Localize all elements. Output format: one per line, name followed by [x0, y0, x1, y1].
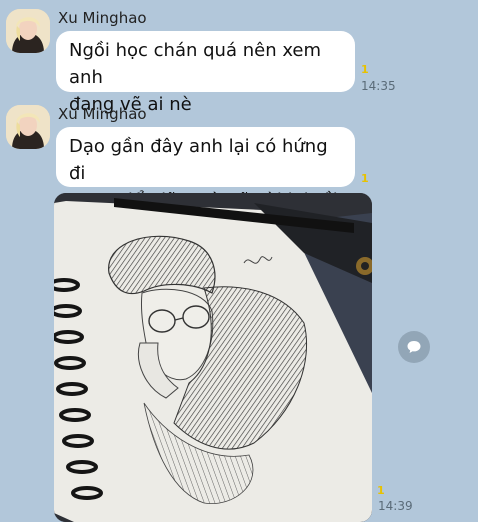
share-bubble-icon — [407, 341, 421, 353]
message-text-line: Dạo gần đây anh lại có hứng đi — [69, 136, 328, 184]
avatar-icon — [6, 9, 50, 53]
pencil-sketch-photo — [54, 193, 372, 522]
unread-count: 1 — [377, 484, 385, 497]
avatar[interactable] — [6, 9, 50, 53]
avatar-icon — [6, 105, 50, 149]
sender-name: Xu Minghao — [58, 9, 147, 27]
message-text-line: Ngồi học chán quá nên xem anh — [69, 40, 322, 88]
message-bubble[interactable]: Ngồi học chán quá nên xem anh đang vẽ ai… — [56, 31, 355, 115]
timestamp: 14:39 — [378, 499, 413, 513]
unread-count: 1 — [361, 172, 369, 185]
message-bubble[interactable]: Dạo gần đây anh lại có hứng đi xem triển… — [56, 127, 355, 211]
photo-attachment[interactable] — [54, 193, 372, 522]
avatar[interactable] — [6, 105, 50, 149]
timestamp: 14:35 — [361, 79, 396, 93]
share-button[interactable] — [398, 331, 430, 363]
unread-count: 1 — [361, 63, 369, 76]
sender-name: Xu Minghao — [58, 105, 147, 123]
